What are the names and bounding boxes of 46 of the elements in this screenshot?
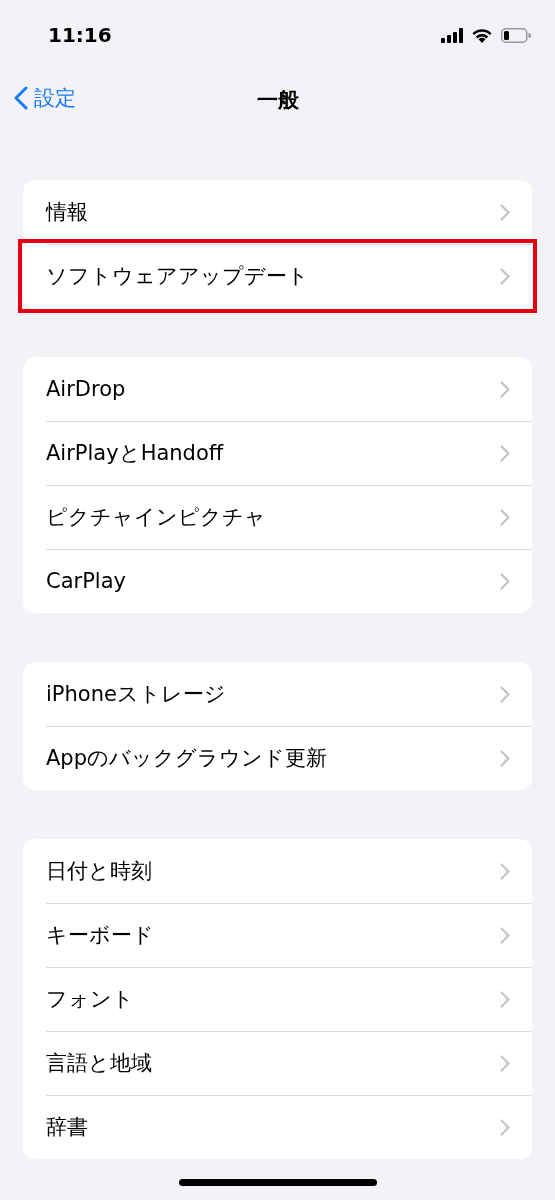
settings-row[interactable]: iPhoneストレージ [23,662,532,726]
settings-row[interactable]: AirPlayとHandoff [23,421,532,485]
settings-row[interactable]: ソフトウェアアップデート [23,244,532,308]
chevron-icon [500,990,510,1008]
settings-row[interactable]: 日付と時刻 [23,839,532,903]
row-label: 辞書 [46,1114,88,1141]
chevron-icon [500,572,510,590]
chevron-icon [500,508,510,526]
chevron-icon [500,685,510,703]
settings-row[interactable]: 言語と地域 [23,1031,532,1095]
wifi-icon [471,27,493,43]
settings-row[interactable]: 辞書 [23,1095,532,1159]
row-label: 日付と時刻 [46,858,152,885]
back-chevron-icon [14,86,28,110]
row-label: 言語と地域 [46,1050,152,1077]
chevron-icon [500,267,510,285]
row-label: フォント [46,986,134,1013]
settings-row[interactable]: CarPlay [23,549,532,613]
status-time: 11:16 [48,23,112,47]
settings-row[interactable]: 情報 [23,180,532,244]
battery-icon [501,27,531,43]
chevron-icon [500,1054,510,1072]
chevron-icon [500,862,510,880]
row-label: iPhoneストレージ [46,681,226,708]
row-label: ピクチャインピクチャ [46,504,266,531]
settings-row[interactable]: キーボード [23,903,532,967]
chevron-icon [500,444,510,462]
settings-row[interactable]: フォント [23,967,532,1031]
chevron-icon [500,203,510,221]
row-label: キーボード [46,922,154,949]
chevron-icon [500,1118,510,1136]
signal-icon [441,27,463,43]
row-label: CarPlay [46,569,126,593]
row-label: ソフトウェアアップデート [46,263,309,290]
row-label: 情報 [46,199,88,226]
settings-row[interactable]: AirDrop [23,357,532,421]
settings-row[interactable]: Appのバックグラウンド更新 [23,726,532,790]
row-label: Appのバックグラウンド更新 [46,745,328,772]
back-button[interactable]: 設定 [12,82,78,114]
chevron-icon [500,749,510,767]
settings-row[interactable]: ピクチャインピクチャ [23,485,532,549]
page-title: 一般 [256,87,299,114]
row-label: AirDrop [46,377,126,401]
row-label: AirPlayとHandoff [46,440,224,467]
chevron-icon [500,380,510,398]
chevron-icon [500,926,510,944]
